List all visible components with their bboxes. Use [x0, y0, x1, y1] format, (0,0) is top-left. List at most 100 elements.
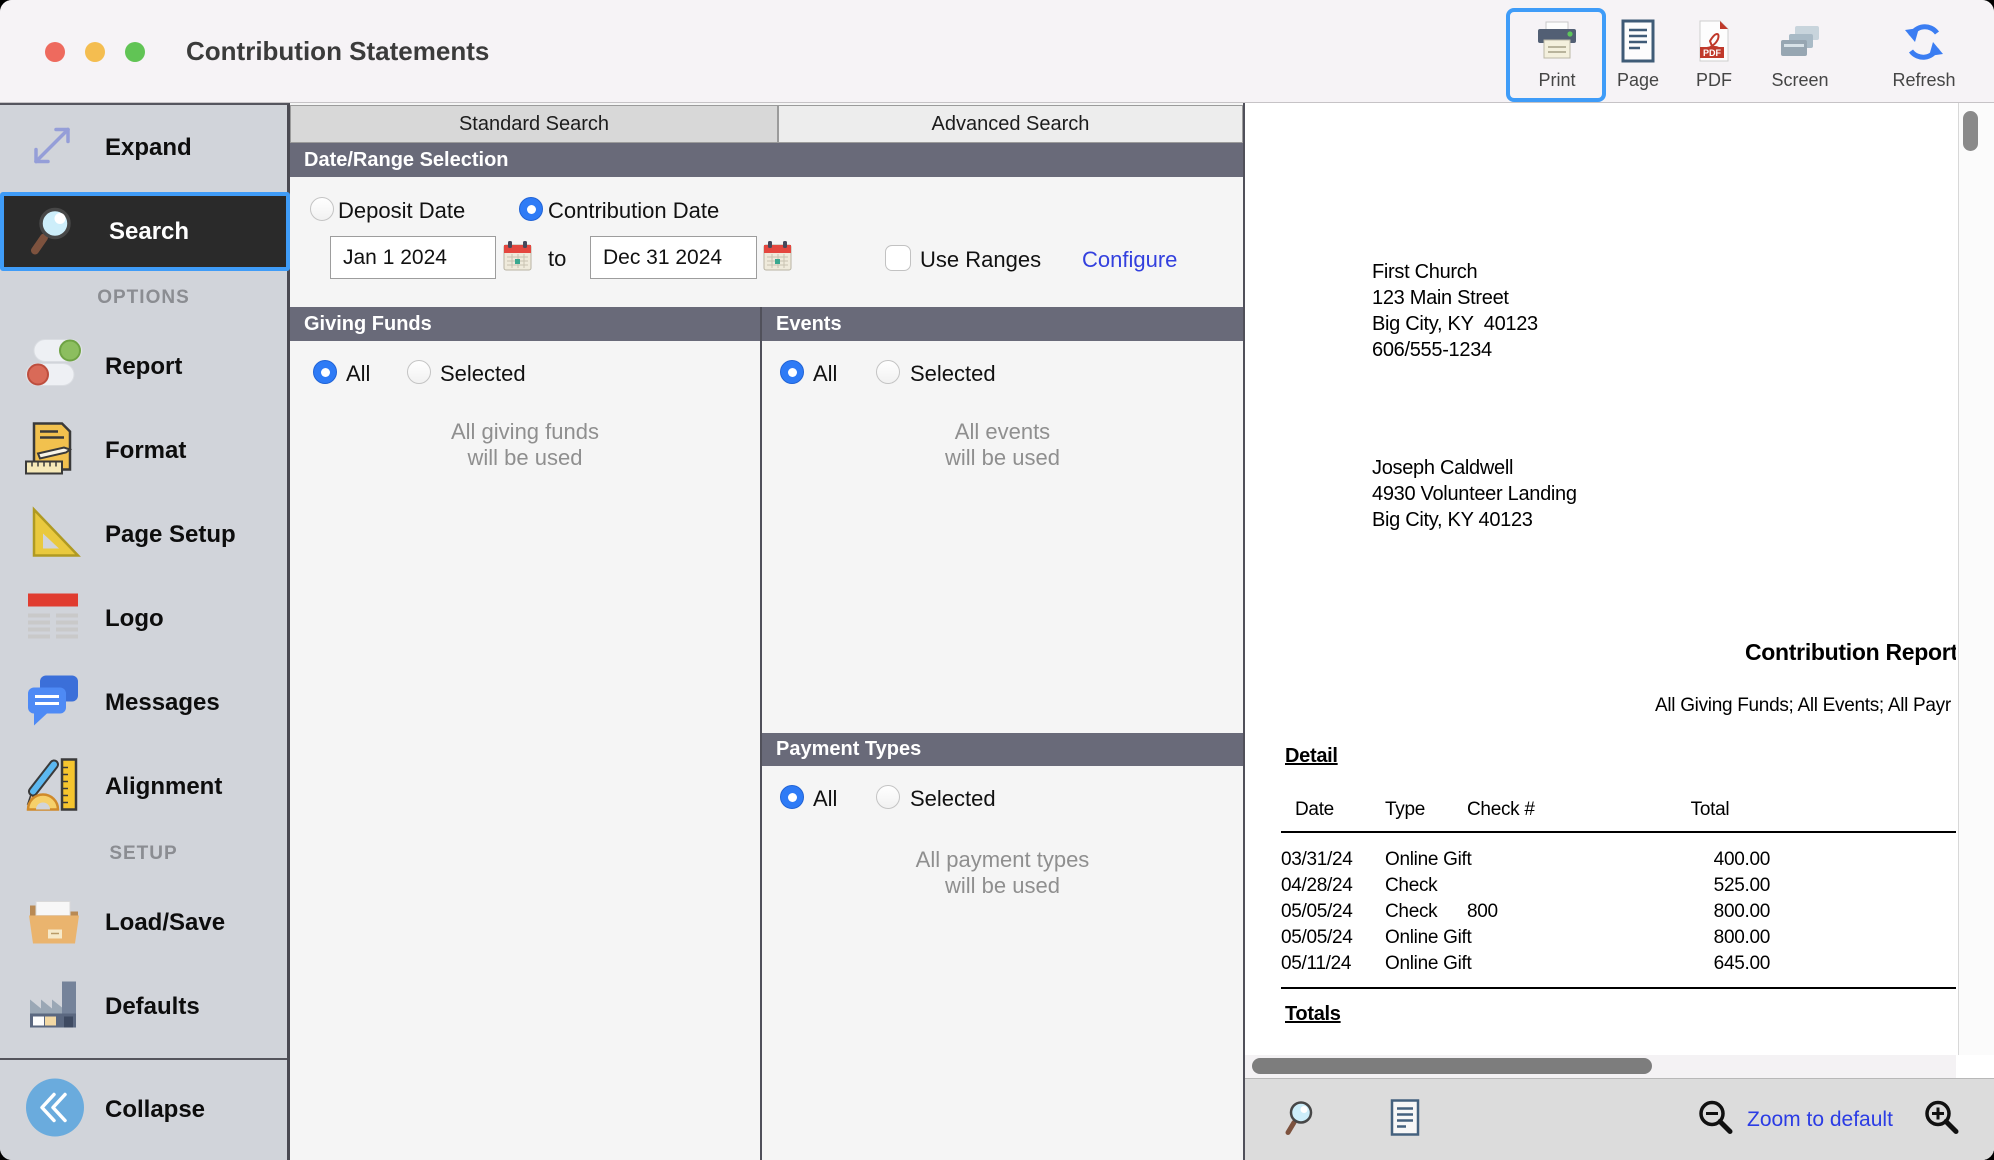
vertical-scrollbar-thumb[interactable]	[1963, 111, 1978, 151]
sidebar-item-label: Format	[105, 437, 186, 465]
events-note: All events will be used	[762, 419, 1243, 471]
cell-check: 800	[1467, 901, 1498, 923]
report-page: First Church 123 Main Street Big City, K…	[1245, 103, 1956, 1055]
factory-icon	[24, 976, 82, 1039]
toggles-icon	[24, 336, 86, 399]
deposit-date-radio[interactable]	[310, 197, 334, 221]
minimize-traffic-light[interactable]	[85, 42, 105, 62]
church-line: 606/555-1234	[1372, 337, 1538, 363]
collapse-chevrons-icon	[24, 1077, 86, 1144]
tab-advanced-search[interactable]: Advanced Search	[778, 105, 1243, 143]
giving-funds-selected-radio[interactable]	[407, 360, 431, 384]
use-ranges-checkbox[interactable]	[885, 245, 911, 271]
horizontal-scrollbar[interactable]	[1245, 1055, 1956, 1078]
sidebar-item-defaults[interactable]: Defaults	[0, 965, 287, 1049]
col-type: Type	[1385, 799, 1425, 821]
col-date: Date	[1295, 799, 1334, 821]
page-list-icon[interactable]	[1388, 1097, 1422, 1142]
sidebar-item-logo[interactable]: Logo	[0, 577, 287, 661]
events-selected-label[interactable]: Selected	[910, 361, 996, 387]
sidebar-item-label: Messages	[105, 689, 220, 717]
configure-link[interactable]: Configure	[1082, 247, 1177, 273]
totals-heading: Totals	[1285, 1003, 1341, 1026]
cell-type: Online Gift	[1385, 849, 1471, 871]
sidebar-item-load-save[interactable]: Load/Save	[0, 881, 287, 965]
refresh-button[interactable]: Refresh	[1878, 10, 1970, 102]
zoom-in-icon[interactable]	[1923, 1098, 1961, 1141]
titlebar: Contribution Statements Print	[0, 0, 1994, 103]
use-ranges-label[interactable]: Use Ranges	[920, 247, 1041, 273]
to-date-input[interactable]	[590, 236, 757, 279]
payment-types-title: Payment Types	[776, 738, 921, 761]
table-row: 03/31/24 Online Gift 400.00	[1281, 849, 1956, 875]
church-address-block: First Church 123 Main Street Big City, K…	[1372, 259, 1538, 363]
payment-types-header: Payment Types	[762, 733, 1243, 766]
zoom-to-default-link[interactable]: Zoom to default	[1747, 1108, 1893, 1132]
search-magnifier-icon	[28, 201, 84, 262]
note-line: will be used	[290, 445, 760, 471]
zoom-traffic-light[interactable]	[125, 42, 145, 62]
table-row: 05/05/24 Online Gift 800.00	[1281, 927, 1956, 953]
contribution-date-radio[interactable]	[519, 197, 543, 221]
sidebar-item-format[interactable]: Format	[0, 409, 287, 493]
sidebar-item-report[interactable]: Report	[0, 325, 287, 409]
cell-date: 05/05/24	[1281, 901, 1353, 923]
chat-bubbles-icon	[24, 672, 82, 735]
tab-label: Advanced Search	[932, 113, 1090, 136]
cell-date: 05/11/24	[1281, 953, 1351, 975]
cell-total: 800.00	[1650, 927, 1770, 949]
zoom-out-icon[interactable]	[1697, 1098, 1735, 1141]
close-traffic-light[interactable]	[45, 42, 65, 62]
sidebar-item-page-setup[interactable]: Page Setup	[0, 493, 287, 577]
screen-button[interactable]: Screen	[1754, 10, 1846, 102]
events-title: Events	[776, 313, 842, 336]
horizontal-scrollbar-thumb[interactable]	[1252, 1058, 1652, 1074]
pdf-button[interactable]: PDF PDF	[1668, 10, 1760, 102]
vertical-scrollbar[interactable]	[1958, 103, 1994, 1055]
printer-icon	[1534, 16, 1580, 68]
tab-label: Standard Search	[459, 113, 609, 136]
cell-type: Online Gift	[1385, 953, 1471, 975]
from-date-input[interactable]	[330, 236, 496, 279]
events-selected-radio[interactable]	[876, 360, 900, 384]
to-calendar-icon[interactable]	[763, 240, 792, 277]
donor-address-block: Joseph Caldwell 4930 Volunteer Landing B…	[1372, 455, 1577, 533]
date-range-title: Date/Range Selection	[304, 149, 509, 172]
print-button[interactable]: Print	[1511, 10, 1603, 102]
alignment-tools-icon	[24, 756, 82, 819]
payment-types-all-radio[interactable]	[780, 785, 804, 809]
table-row: 05/11/24 Online Gift 645.00	[1281, 953, 1956, 979]
payment-types-all-label[interactable]: All	[813, 786, 837, 812]
sidebar-item-alignment[interactable]: Alignment	[0, 745, 287, 829]
sidebar-item-collapse[interactable]: Collapse	[0, 1060, 287, 1160]
magnifier-tool-icon[interactable]	[1283, 1098, 1319, 1141]
from-calendar-icon[interactable]	[503, 240, 532, 277]
donor-line: 4930 Volunteer Landing	[1372, 481, 1577, 507]
sidebar-item-expand[interactable]: Expand	[0, 105, 287, 191]
payment-types-selected-radio[interactable]	[876, 785, 900, 809]
deposit-date-label[interactable]: Deposit Date	[338, 198, 465, 224]
app-window: Contribution Statements Print	[0, 0, 1994, 1160]
detail-heading: Detail	[1285, 745, 1338, 768]
events-all-label[interactable]: All	[813, 361, 837, 387]
contribution-date-label[interactable]: Contribution Date	[548, 198, 719, 224]
date-range-header: Date/Range Selection	[290, 143, 1243, 177]
sidebar-item-label: Defaults	[105, 993, 200, 1021]
sidebar-item-label: Logo	[105, 605, 164, 633]
tab-standard-search[interactable]: Standard Search	[290, 105, 778, 143]
report-preview-panel: First Church 123 Main Street Big City, K…	[1245, 103, 1994, 1160]
refresh-label: Refresh	[1892, 70, 1955, 91]
set-square-icon	[24, 504, 82, 567]
giving-funds-all-label[interactable]: All	[346, 361, 370, 387]
giving-funds-title: Giving Funds	[304, 313, 432, 336]
giving-funds-note: All giving funds will be used	[290, 419, 760, 471]
events-all-radio[interactable]	[780, 360, 804, 384]
payment-types-selected-label[interactable]: Selected	[910, 786, 996, 812]
church-line: Big City, KY 40123	[1372, 311, 1538, 337]
giving-funds-selected-label[interactable]: Selected	[440, 361, 526, 387]
sidebar-item-search[interactable]: Search	[0, 192, 290, 271]
giving-funds-all-radio[interactable]	[313, 360, 337, 384]
detail-bottom-rule	[1281, 987, 1956, 989]
format-document-icon	[24, 420, 82, 483]
sidebar-item-messages[interactable]: Messages	[0, 661, 287, 745]
